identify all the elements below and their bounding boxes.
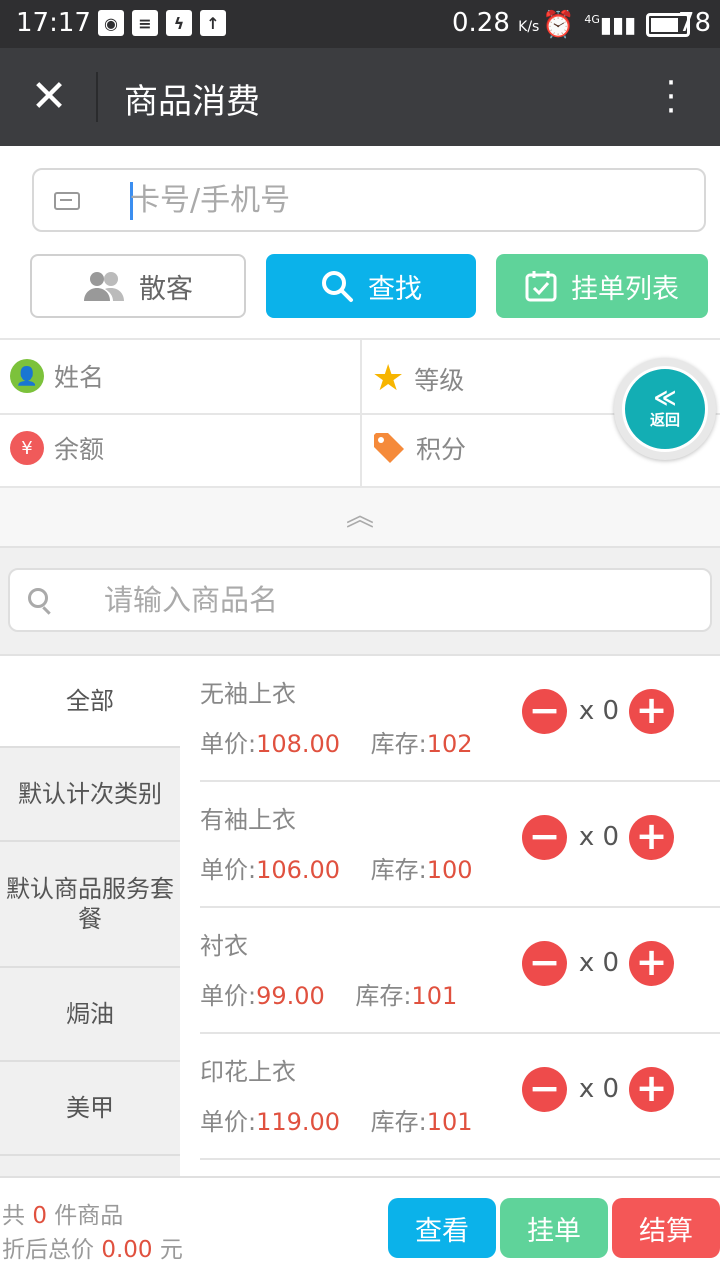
quantity-value: x 0 <box>578 948 620 978</box>
increase-button[interactable]: + <box>629 941 674 986</box>
product-area: 全部 默认计次类别 默认商品服务套餐 焗油 美甲 无袖上衣 单价:108.00 … <box>0 654 720 1176</box>
hang-list-button-label: 挂单列表 <box>571 273 679 305</box>
item-count: 共 0 件商品 <box>2 1203 124 1229</box>
member-level-cell: ★ 等级 <box>372 358 464 399</box>
view-button[interactable]: 查看 <box>388 1198 496 1258</box>
checkout-bar: 共 0 件商品 折后总价 0.00 元 查看 挂单 结算 <box>0 1176 720 1280</box>
news-icon: ≡ <box>132 10 158 36</box>
product-price-stock: 单价:106.00 库存:100 <box>200 856 473 884</box>
card-number-input[interactable] <box>130 178 690 222</box>
back-button-label: 返回 <box>649 410 680 429</box>
member-info-grid: 👤 姓名 ★ 等级 ¥ 余额 积分 <box>0 338 720 488</box>
weibo-icon: ◉ <box>98 10 124 36</box>
product-search-field[interactable] <box>8 568 712 632</box>
find-button[interactable]: 查找 <box>266 254 476 318</box>
product-name: 有袖上衣 <box>200 806 296 834</box>
total-price: 折后总价 0.00 元 <box>2 1237 183 1263</box>
increase-button[interactable]: + <box>629 1067 674 1112</box>
quantity-value: x 0 <box>578 822 620 852</box>
category-label: 默认商品服务套餐 <box>6 875 174 933</box>
product-row: 印花上衣 单价:119.00 库存:101 − x 0 + <box>200 1034 720 1160</box>
collapse-toggle[interactable]: ︽ <box>0 488 720 548</box>
hang-list-button[interactable]: 挂单列表 <box>496 254 708 318</box>
quantity-value: x 0 <box>578 1074 620 1104</box>
name-label: 姓名 <box>54 363 105 392</box>
tag-icon <box>374 433 404 463</box>
user-icon: 👤 <box>10 359 44 393</box>
increase-button[interactable]: + <box>629 815 674 860</box>
category-label: 焗油 <box>66 1000 114 1028</box>
search-icon <box>322 271 353 302</box>
category-item-oil[interactable]: 焗油 <box>0 968 180 1062</box>
increase-button[interactable]: + <box>629 689 674 734</box>
back-floating-button[interactable]: ≪ 返回 <box>614 358 716 460</box>
product-row: 无袖上衣 单价:108.00 库存:102 − x 0 + <box>200 656 720 782</box>
signal-icon: 4G▮▮▮ <box>584 12 637 38</box>
product-row: 有袖上衣 单价:106.00 库存:100 − x 0 + <box>200 782 720 908</box>
category-item-all[interactable]: 全部 <box>0 656 180 748</box>
hang-order-button[interactable]: 挂单 <box>500 1198 608 1258</box>
product-search-input[interactable] <box>104 578 694 622</box>
category-item-default-count[interactable]: 默认计次类别 <box>0 748 180 842</box>
product-row: 衬衣 单价:99.00 库存:101 − x 0 + <box>200 908 720 1034</box>
search-icon <box>28 588 48 608</box>
more-options-icon[interactable]: · · · <box>656 66 686 128</box>
checkout-button[interactable]: 结算 <box>612 1198 720 1258</box>
category-item-default-package[interactable]: 默认商品服务套餐 <box>0 842 180 968</box>
status-bar: 17:17 ◉ ≡ ϟ ↑ 0.28 K/s ⏰ 4G▮▮▮ 78 <box>0 0 720 48</box>
charging-icon: ϟ <box>166 10 192 36</box>
member-balance-cell: ¥ 余额 <box>10 430 104 466</box>
category-label: 默认计次类别 <box>18 780 162 808</box>
title-bar: ✕ 商品消费 · · · <box>0 48 720 146</box>
category-sidebar: 全部 默认计次类别 默认商品服务套餐 焗油 美甲 <box>0 656 180 1176</box>
star-icon: ★ <box>372 358 405 399</box>
card-number-field[interactable] <box>32 168 706 232</box>
page-title: 商品消费 <box>124 82 260 122</box>
decrease-button[interactable]: − <box>522 1067 567 1112</box>
upload-icon: ↑ <box>200 10 226 36</box>
network-speed: 0.28 K/s <box>452 8 540 38</box>
product-name: 印花上衣 <box>200 1058 296 1086</box>
decrease-button[interactable]: − <box>522 941 567 986</box>
level-label: 等级 <box>414 365 465 395</box>
alarm-icon: ⏰ <box>542 10 575 40</box>
double-chevron-up-icon: ︽ <box>345 499 374 532</box>
product-name: 衬衣 <box>200 932 248 960</box>
member-points-cell: 积分 <box>372 430 466 466</box>
category-label: 全部 <box>66 687 114 715</box>
points-label: 积分 <box>416 435 467 464</box>
decrease-button[interactable]: − <box>522 689 567 734</box>
yuan-icon: ¥ <box>10 431 44 465</box>
status-time: 17:17 <box>16 8 91 38</box>
grid-divider-horizontal <box>0 413 720 415</box>
calendar-check-icon <box>525 271 557 302</box>
status-notification-icons: ◉ ≡ ϟ ↑ <box>98 10 226 36</box>
product-price-stock: 单价:99.00 库存:101 <box>200 982 458 1010</box>
product-price-stock: 单价:108.00 库存:102 <box>200 730 473 758</box>
card-icon <box>54 192 80 210</box>
status-right-icons: ⏰ 4G▮▮▮ <box>542 10 691 40</box>
double-back-arrow-icon: ≪ <box>653 385 677 411</box>
member-name-cell: 👤 姓名 <box>10 358 104 394</box>
balance-label: 余额 <box>54 435 105 464</box>
decrease-button[interactable]: − <box>522 815 567 860</box>
category-item-nails[interactable]: 美甲 <box>0 1062 180 1156</box>
category-label: 美甲 <box>66 1094 114 1122</box>
title-divider <box>96 72 98 122</box>
product-price-stock: 单价:119.00 库存:101 <box>200 1108 473 1136</box>
close-icon[interactable]: ✕ <box>28 70 70 124</box>
find-button-label: 查找 <box>368 273 422 305</box>
users-icon <box>84 272 124 301</box>
battery-level: 78 <box>678 8 712 38</box>
guest-button[interactable]: 散客 <box>30 254 246 318</box>
product-name: 无袖上衣 <box>200 680 296 708</box>
quantity-value: x 0 <box>578 696 620 726</box>
guest-button-label: 散客 <box>139 273 193 305</box>
back-button-inner: ≪ 返回 <box>622 366 708 452</box>
